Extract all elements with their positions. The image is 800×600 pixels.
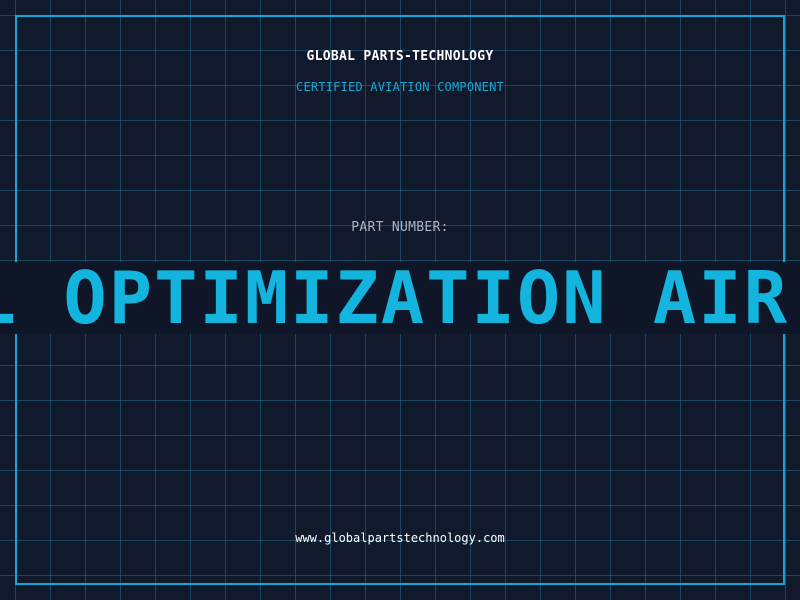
company-name: GLOBAL PARTS-TECHNOLOGY <box>306 49 494 64</box>
part-number-label: PART NUMBER: <box>351 220 449 235</box>
certification-tagline: CERTIFIED AVIATION COMPONENT <box>296 80 504 94</box>
website-url[interactable]: www.globalpartstechnology.com <box>0 531 800 545</box>
part-number-banner: PAL OPTIMIZATION AIR <box>0 262 800 334</box>
part-number-value: PAL OPTIMIZATION AIR <box>0 262 789 334</box>
